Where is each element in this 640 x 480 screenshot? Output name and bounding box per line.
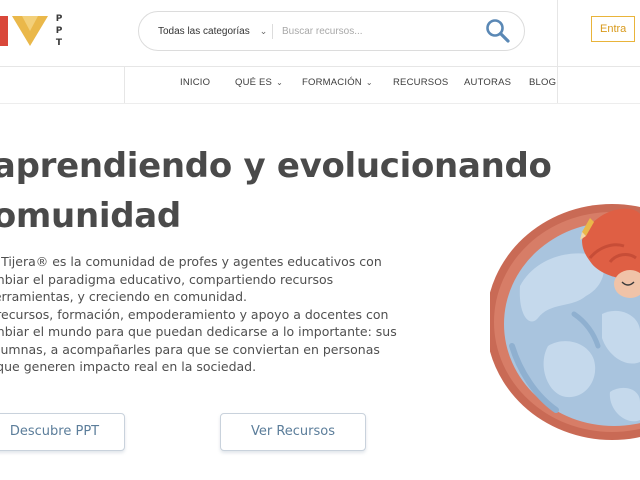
paragraph-line: es que generen impacto real en la socied… — [0, 359, 257, 374]
search-bar: Todas las categorías ⌄ — [138, 11, 525, 51]
hero-title-line: saprendiendo y evolucionando — [0, 146, 552, 186]
search-icon — [486, 19, 510, 43]
search-separator — [272, 24, 273, 39]
chevron-down-icon: ⌄ — [259, 25, 268, 36]
nav-item-label: QUÉ ES — [235, 77, 273, 88]
nav-bottom-border — [0, 103, 640, 104]
earth-illustration — [486, 196, 640, 444]
chevron-down-icon: ⌄ — [365, 78, 373, 87]
discover-ppt-button[interactable]: Descubre PPT — [0, 413, 125, 451]
category-select[interactable]: Todas las categorías ⌄ — [158, 12, 267, 50]
nav-item-formacion[interactable]: FORMACIÓN ⌄ — [302, 77, 373, 88]
nav-top-border — [0, 66, 640, 67]
nav-item-label: AUTORAS — [464, 77, 512, 88]
nav-item-inicio[interactable]: INICIO — [180, 77, 210, 88]
nav-item-label: INICIO — [180, 77, 211, 88]
chevron-down-icon: ⌄ — [276, 78, 284, 87]
login-button[interactable]: Entra — [591, 16, 635, 42]
search-input[interactable] — [282, 21, 472, 41]
hero-title: saprendiendo y evolucionando comunidad — [0, 140, 613, 236]
paragraph-line: os recursos, formación, empoderamiento y… — [0, 306, 389, 322]
nav-item-label: FORMACIÓN — [302, 77, 362, 88]
nav-item-recursos[interactable]: RECURSOS — [393, 77, 448, 88]
nav-item-autoras[interactable]: AUTORAS — [464, 77, 511, 88]
paragraph-line: , herramientas, y creciendo en comunidad… — [0, 289, 247, 304]
earth-hug-icon — [486, 204, 640, 440]
header-divider — [557, 0, 558, 103]
paragraph-line: cambiar el paradigma educativo, comparti… — [0, 271, 334, 287]
nav-divider — [124, 66, 125, 103]
logo-letter: T — [55, 38, 63, 48]
logo-letter: P — [55, 26, 63, 36]
nav-item-que-es[interactable]: QUÉ ES ⌄ — [235, 77, 283, 88]
view-resources-button[interactable]: Ver Recursos — [220, 413, 366, 451]
logo-wordmark: P P T — [54, 13, 64, 49]
hero-title-line: comunidad — [0, 196, 181, 236]
hero-paragraph: pel Tijera® es la comunidad de profes y … — [0, 253, 418, 376]
nav-item-label: RECURSOS — [393, 77, 449, 88]
search-button[interactable] — [484, 17, 512, 45]
logo-letter: P — [55, 14, 63, 24]
nav-item-label: BLOG — [529, 77, 557, 88]
nav-item-blog[interactable]: BLOG — [529, 77, 556, 88]
category-select-label: Todas las categorías — [158, 25, 250, 37]
paragraph-line: y alumnas, a acompañarles para que se co… — [0, 341, 380, 357]
paragraph-line: cambiar el mundo para que puedan dedicar… — [0, 324, 397, 339]
paragraph-line: pel Tijera® es la comunidad de profes y … — [0, 254, 382, 269]
